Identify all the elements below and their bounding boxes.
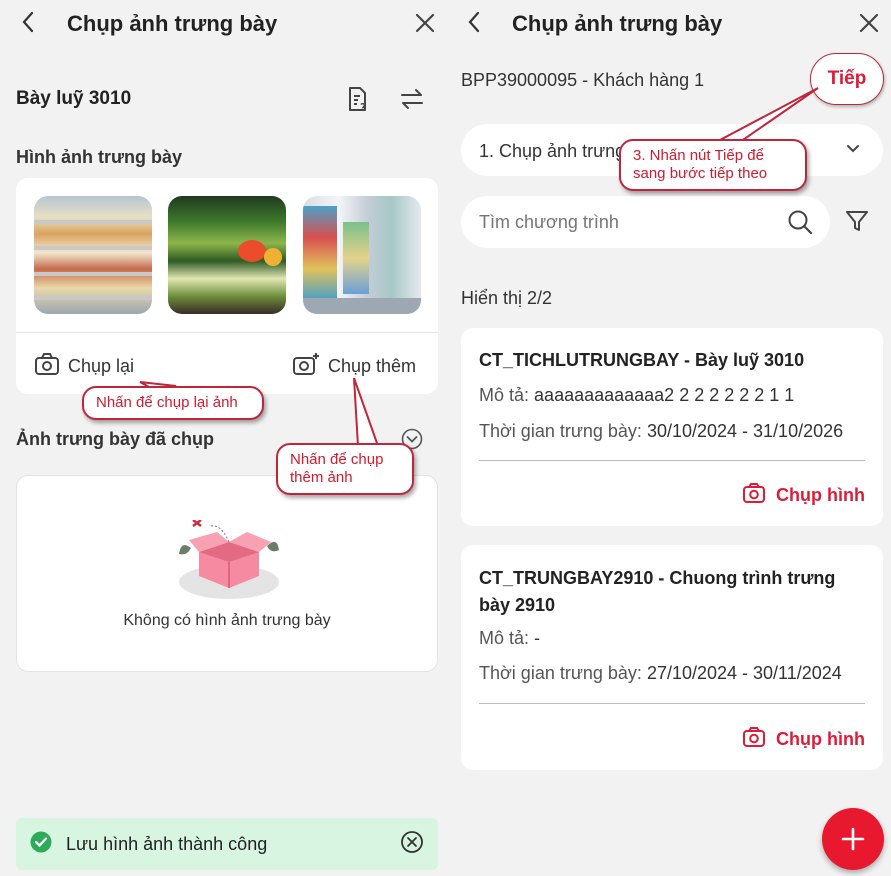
gallery-card: Chụp lại Chụp thêm — [16, 178, 438, 394]
callout-retake: Nhấn để chụp lại ảnh — [82, 386, 264, 420]
document-help-icon[interactable]: ? — [346, 86, 370, 117]
check-circle-icon — [30, 831, 52, 858]
back-icon[interactable] — [466, 10, 482, 41]
captured-empty-card: Không có hình ảnh trưng bày — [16, 475, 438, 672]
search-field[interactable] — [461, 196, 830, 248]
camera-add-icon — [292, 352, 320, 381]
section-title: Bày luỹ 3010 — [16, 88, 132, 109]
display-photo-1[interactable] — [34, 196, 152, 314]
time-label: Thời gian trưng bày: — [479, 663, 642, 683]
retake-button[interactable]: Chụp lại — [34, 352, 134, 381]
camera-icon — [742, 482, 766, 509]
program-time: Thời gian trưng bày: 27/10/2024 - 30/11/… — [479, 663, 842, 684]
retake-label: Chụp lại — [68, 356, 135, 376]
capture-label: Chụp hình — [776, 729, 865, 749]
add-fab-button[interactable] — [822, 808, 884, 870]
left-header: Chụp ảnh trưng bày — [0, 0, 446, 48]
close-icon[interactable] — [414, 8, 436, 41]
program-time: Thời gian trưng bày: 30/10/2024 - 31/10/… — [479, 421, 843, 442]
program-desc: Mô tả: - — [479, 628, 540, 649]
plus-icon — [841, 827, 865, 851]
callout-next: 3. Nhấn nút Tiếp để sang bước tiếp theo — [619, 139, 807, 191]
swap-icon[interactable] — [399, 88, 425, 115]
captured-heading: Ảnh trưng bày đã chụp — [16, 429, 215, 449]
callout-add-more: Nhấn để chụp thêm ảnh — [276, 443, 414, 495]
close-icon[interactable] — [858, 8, 880, 41]
next-button[interactable]: Tiếp — [810, 53, 884, 105]
desc-value: - — [534, 628, 541, 648]
right-screen: Chụp ảnh trưng bày BPP39000095 - Khách h… — [446, 0, 891, 876]
divider — [479, 703, 865, 704]
time-label: Thời gian trưng bày: — [479, 421, 642, 441]
customer-label: BPP39000095 - Khách hàng 1 — [461, 70, 705, 90]
search-input[interactable] — [479, 208, 779, 236]
search-icon[interactable] — [787, 209, 813, 240]
capture-button[interactable]: Chụp hình — [742, 482, 865, 509]
capture-label: Chụp hình — [776, 485, 865, 505]
program-title: CT_TRUNGBAY2910 - Chuong trình trưng bày… — [479, 568, 836, 615]
capture-button[interactable]: Chụp hình — [742, 726, 865, 753]
next-label: Tiếp — [827, 68, 867, 89]
desc-label: Mô tả: — [479, 628, 530, 648]
filter-icon[interactable] — [845, 209, 869, 238]
page-title: Chụp ảnh trưng bày — [512, 11, 723, 36]
camera-retake-icon — [34, 352, 60, 381]
left-screen: Chụp ảnh trưng bày Bày luỹ 3010 ? Hình ả… — [0, 0, 446, 876]
add-more-label: Chụp thêm — [328, 356, 417, 376]
time-value: 27/10/2024 - 30/11/2024 — [646, 663, 842, 683]
step-select-value: 1. Chụp ảnh trưng — [479, 141, 626, 161]
count-text: Hiển thị 2/2 — [461, 288, 553, 308]
gallery-heading: Hình ảnh trưng bày — [16, 147, 183, 167]
program-title: CT_TICHLUTRUNGBAY - Bày luỹ 3010 — [479, 350, 805, 370]
right-header: Chụp ảnh trưng bày — [446, 0, 891, 48]
display-photo-2[interactable] — [168, 196, 286, 314]
add-more-button[interactable]: Chụp thêm — [292, 352, 416, 381]
success-toast: Lưu hình ảnh thành công — [16, 818, 438, 870]
program-card: CT_TRUNGBAY2910 - Chuong trình trưng bày… — [461, 545, 883, 770]
program-card: CT_TICHLUTRUNGBAY - Bày luỹ 3010 Mô tả: … — [461, 328, 883, 526]
program-desc: Mô tả: aaaaaaaaaaaaa2 2 2 2 2 2 2 1 1 — [479, 385, 794, 406]
toast-message: Lưu hình ảnh thành công — [66, 833, 268, 854]
divider — [479, 460, 865, 461]
page-title: Chụp ảnh trưng bày — [67, 11, 278, 36]
back-icon[interactable] — [20, 10, 36, 41]
desc-value: aaaaaaaaaaaaa2 2 2 2 2 2 2 1 1 — [534, 385, 795, 405]
empty-text: Không có hình ảnh trưng bày — [123, 612, 331, 629]
close-circle-icon[interactable] — [400, 830, 424, 859]
desc-label: Mô tả: — [479, 385, 530, 405]
time-value: 30/10/2024 - 31/10/2026 — [646, 421, 844, 441]
divider — [16, 332, 438, 333]
chevron-down-icon — [845, 141, 861, 162]
display-photo-3[interactable] — [303, 196, 421, 314]
svg-text:?: ? — [360, 101, 366, 112]
empty-box-icon — [177, 519, 281, 607]
camera-icon — [742, 726, 766, 753]
